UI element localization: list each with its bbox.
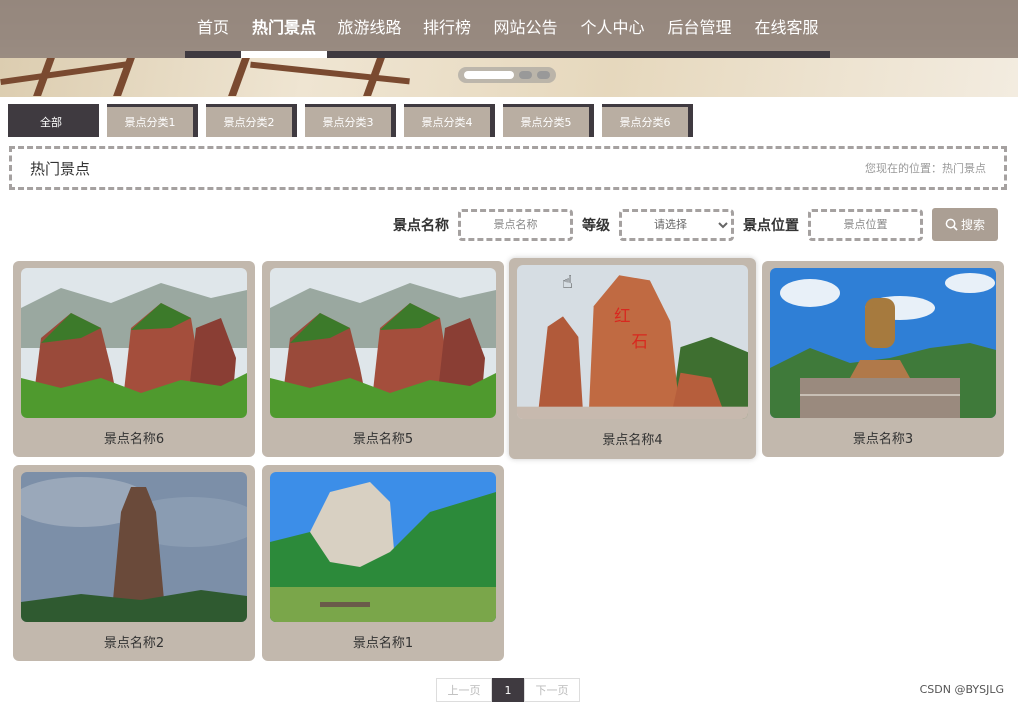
spot-image: 红 石 bbox=[517, 265, 748, 419]
carousel-indicators bbox=[458, 67, 556, 83]
nav-item-ranking[interactable]: 排行榜 bbox=[412, 0, 482, 58]
current-location: 您现在的位置：热门景点 bbox=[865, 162, 986, 175]
nav-item-profile[interactable]: 个人中心 bbox=[569, 0, 656, 58]
search-icon bbox=[945, 218, 958, 231]
page-title: 热门景点 bbox=[30, 159, 91, 178]
nav-item-service[interactable]: 在线客服 bbox=[743, 0, 830, 58]
spot-name: 景点名称5 bbox=[352, 432, 414, 447]
tab-category-6[interactable]: 景点分类6 bbox=[602, 104, 693, 137]
spot-card[interactable]: 景点名称6 bbox=[13, 261, 255, 457]
name-input[interactable] bbox=[458, 208, 573, 241]
search-bar: 景点名称 等级 请选择 景点位置 搜索 bbox=[393, 208, 998, 241]
spot-card[interactable]: 景点名称5 bbox=[262, 261, 504, 457]
nav-item-admin[interactable]: 后台管理 bbox=[656, 0, 743, 58]
carousel-dot[interactable] bbox=[519, 71, 532, 79]
tab-category-3[interactable]: 景点分类3 bbox=[305, 104, 396, 137]
spot-name: 景点名称3 bbox=[852, 432, 914, 447]
svg-text:石: 石 bbox=[631, 332, 647, 351]
navbar: 首页 热门景点 旅游线路 排行榜 网站公告 个人中心 后台管理 在线客服 bbox=[0, 0, 1018, 58]
tab-category-1[interactable]: 景点分类1 bbox=[107, 104, 198, 137]
name-label: 景点名称 bbox=[393, 217, 449, 234]
level-select[interactable]: 请选择 bbox=[619, 208, 734, 241]
spot-name: 景点名称6 bbox=[103, 432, 165, 447]
spot-image bbox=[21, 268, 247, 418]
tab-category-2[interactable]: 景点分类2 bbox=[206, 104, 297, 137]
spot-card[interactable]: 景点名称3 bbox=[762, 261, 1004, 457]
spot-name: 景点名称2 bbox=[103, 636, 165, 651]
pointer-cursor-icon: ☝ bbox=[562, 272, 573, 293]
nav-item-home[interactable]: 首页 bbox=[185, 0, 241, 58]
spot-card[interactable]: 红 石 景点名称4 bbox=[509, 258, 756, 459]
nav-item-hot-spots[interactable]: 热门景点 bbox=[241, 0, 327, 58]
tab-all[interactable]: 全部 bbox=[8, 104, 99, 137]
pagination: 上一页 1 下一页 bbox=[436, 678, 580, 702]
spot-image bbox=[21, 472, 247, 622]
carousel-dot[interactable] bbox=[464, 71, 514, 79]
search-button[interactable]: 搜索 bbox=[932, 208, 998, 241]
nav-item-notice[interactable]: 网站公告 bbox=[482, 0, 569, 58]
spot-image bbox=[770, 268, 996, 418]
level-label: 等级 bbox=[582, 217, 610, 234]
category-tabs: 全部 景点分类1 景点分类2 景点分类3 景点分类4 景点分类5 景点分类6 bbox=[8, 104, 693, 137]
spot-card[interactable]: 景点名称1 bbox=[262, 465, 504, 661]
carousel-dot[interactable] bbox=[537, 71, 550, 79]
spot-image bbox=[270, 472, 496, 622]
spot-image bbox=[270, 268, 496, 418]
spot-name: 景点名称4 bbox=[602, 433, 663, 448]
svg-text:红: 红 bbox=[614, 306, 630, 325]
nav-menu: 首页 热门景点 旅游线路 排行榜 网站公告 个人中心 后台管理 在线客服 bbox=[185, 0, 830, 58]
page-number[interactable]: 1 bbox=[492, 678, 524, 702]
location-input[interactable] bbox=[808, 208, 923, 241]
nav-item-routes[interactable]: 旅游线路 bbox=[327, 0, 412, 58]
tab-category-5[interactable]: 景点分类5 bbox=[503, 104, 594, 137]
spot-card[interactable]: 景点名称2 bbox=[13, 465, 255, 661]
next-page-button[interactable]: 下一页 bbox=[524, 678, 580, 702]
location-label: 景点位置 bbox=[743, 217, 799, 234]
watermark: CSDN @BYSJLG bbox=[919, 683, 1004, 696]
prev-page-button[interactable]: 上一页 bbox=[436, 678, 492, 702]
tab-category-4[interactable]: 景点分类4 bbox=[404, 104, 495, 137]
breadcrumb: 热门景点 您现在的位置：热门景点 bbox=[9, 146, 1007, 190]
header-banner: 首页 热门景点 旅游线路 排行榜 网站公告 个人中心 后台管理 在线客服 bbox=[0, 0, 1018, 97]
spot-name: 景点名称1 bbox=[352, 636, 414, 651]
